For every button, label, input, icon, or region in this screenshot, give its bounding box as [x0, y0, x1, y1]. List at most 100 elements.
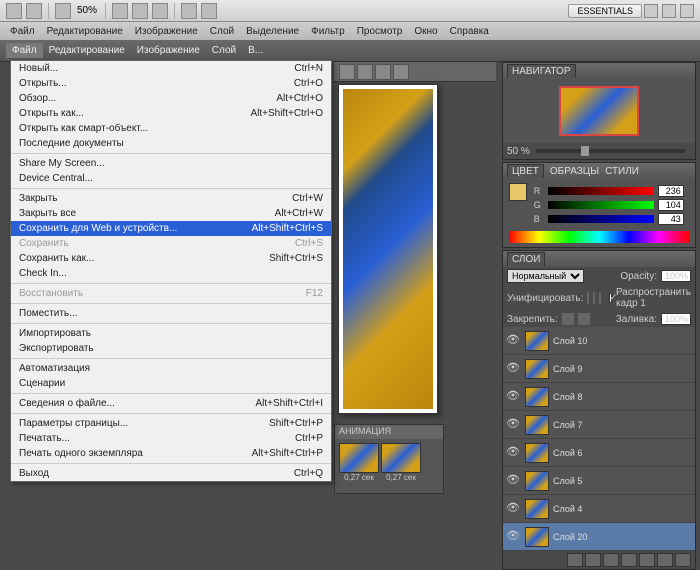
new-layer-icon[interactable]: [657, 553, 673, 567]
menu-item[interactable]: Изображение: [131, 43, 206, 58]
opacity-value[interactable]: 100%: [661, 270, 691, 282]
menu-item[interactable]: Device Central...: [11, 171, 331, 186]
document-canvas[interactable]: [338, 84, 438, 414]
arrange-icon[interactable]: [181, 3, 197, 19]
r-slider[interactable]: [548, 187, 654, 195]
swatches-tab[interactable]: ОБРАЗЦЫ: [550, 166, 599, 177]
menu-item[interactable]: Check In...: [11, 266, 331, 281]
layer-row[interactable]: 👁Слой 5: [503, 467, 695, 495]
link-icon[interactable]: [567, 553, 583, 567]
nav-zoom-value[interactable]: 50 %: [507, 146, 530, 157]
mask-icon[interactable]: [603, 553, 619, 567]
menu-item[interactable]: Новый...Ctrl+N: [11, 61, 331, 76]
menu-item[interactable]: Изображение: [129, 24, 204, 39]
group-icon[interactable]: [639, 553, 655, 567]
layer-row[interactable]: 👁Слой 10: [503, 327, 695, 355]
menu-item[interactable]: ВыходCtrl+Q: [11, 466, 331, 481]
menu-item[interactable]: Сценарии: [11, 376, 331, 391]
propagate-checkbox[interactable]: [609, 293, 612, 303]
menu-item[interactable]: Редактирование: [41, 24, 129, 39]
visibility-icon[interactable]: 👁: [505, 445, 521, 461]
zoom-icon[interactable]: [132, 3, 148, 19]
menu-item[interactable]: Открыть как смарт-объект...: [11, 121, 331, 136]
navigator-thumb[interactable]: [559, 86, 639, 136]
visibility-icon[interactable]: 👁: [505, 501, 521, 517]
visibility-icon[interactable]: 👁: [505, 361, 521, 377]
menu-item[interactable]: Файл: [6, 43, 43, 58]
menu-item[interactable]: Параметры страницы...Shift+Ctrl+P: [11, 416, 331, 431]
fill-value[interactable]: 100%: [661, 313, 691, 325]
menu-item[interactable]: Выделение: [240, 24, 305, 39]
menu-item[interactable]: Share My Screen...: [11, 156, 331, 171]
menu-item[interactable]: Обзор...Alt+Ctrl+O: [11, 91, 331, 106]
layout-icon[interactable]: [55, 3, 71, 19]
unify-icon[interactable]: [599, 292, 601, 304]
layer-row[interactable]: 👁Слой 6: [503, 439, 695, 467]
layer-row[interactable]: 👁Слой 20: [503, 523, 695, 551]
tool-icon[interactable]: [339, 64, 355, 80]
b-value[interactable]: 43: [658, 213, 684, 225]
layer-row[interactable]: 👁Слой 7: [503, 411, 695, 439]
minimize-icon[interactable]: [644, 4, 658, 18]
visibility-icon[interactable]: 👁: [505, 389, 521, 405]
workspace-badge[interactable]: ESSENTIALS: [568, 4, 642, 18]
menu-item[interactable]: Открыть...Ctrl+O: [11, 76, 331, 91]
close-icon[interactable]: [680, 4, 694, 18]
lock-icon[interactable]: [562, 313, 574, 325]
menu-item[interactable]: Сохранить для Web и устройств...Alt+Shif…: [11, 221, 331, 236]
screen-icon[interactable]: [201, 3, 217, 19]
navigator-tab[interactable]: НАВИГАТОР: [507, 64, 576, 78]
menu-item[interactable]: ЗакрытьCtrl+W: [11, 191, 331, 206]
menu-item[interactable]: Экспортировать: [11, 341, 331, 356]
lock-icon[interactable]: [578, 313, 590, 325]
layer-row[interactable]: 👁Слой 9: [503, 355, 695, 383]
menu-item[interactable]: Закрыть всеAlt+Ctrl+W: [11, 206, 331, 221]
styles-tab[interactable]: СТИЛИ: [605, 166, 639, 177]
nav-zoom-slider[interactable]: [536, 149, 685, 153]
menu-item[interactable]: Поместить...: [11, 306, 331, 321]
tool-icon[interactable]: [393, 64, 409, 80]
menu-item[interactable]: Автоматизация: [11, 361, 331, 376]
trash-icon[interactable]: [675, 553, 691, 567]
tool-icon[interactable]: [357, 64, 373, 80]
menu-item[interactable]: Слой: [206, 43, 242, 58]
color-spectrum[interactable]: [509, 231, 689, 243]
zoom-level[interactable]: 50%: [77, 5, 97, 16]
unify-icon[interactable]: [587, 292, 589, 304]
menu-item[interactable]: Сведения о файле...Alt+Shift+Ctrl+I: [11, 396, 331, 411]
menu-item[interactable]: Печатать...Ctrl+P: [11, 431, 331, 446]
layer-row[interactable]: 👁Слой 4: [503, 495, 695, 523]
g-slider[interactable]: [548, 201, 654, 209]
color-tab[interactable]: ЦВЕТ: [507, 164, 544, 178]
visibility-icon[interactable]: 👁: [505, 529, 521, 545]
menu-item[interactable]: Окно: [408, 24, 443, 39]
unify-icon[interactable]: [593, 292, 595, 304]
menu-item[interactable]: Слой: [204, 24, 240, 39]
color-swatch[interactable]: [509, 183, 527, 201]
fx-icon[interactable]: [585, 553, 601, 567]
menu-item[interactable]: Редактирование: [43, 43, 131, 58]
menu-item[interactable]: Фильтр: [305, 24, 351, 39]
animation-tab[interactable]: АНИМАЦИЯ: [335, 425, 443, 439]
menu-item[interactable]: Импортировать: [11, 326, 331, 341]
animation-frame[interactable]: 0,27 сек: [339, 443, 379, 482]
rotate-icon[interactable]: [152, 3, 168, 19]
adj-icon[interactable]: [621, 553, 637, 567]
r-value[interactable]: 236: [658, 185, 684, 197]
b-slider[interactable]: [548, 215, 654, 223]
menu-item[interactable]: Открыть как...Alt+Shift+Ctrl+O: [11, 106, 331, 121]
maximize-icon[interactable]: [662, 4, 676, 18]
hand-icon[interactable]: [112, 3, 128, 19]
layer-row[interactable]: 👁Слой 8: [503, 383, 695, 411]
menu-item[interactable]: Сохранить как...Shift+Ctrl+S: [11, 251, 331, 266]
bridge-icon[interactable]: [26, 3, 42, 19]
visibility-icon[interactable]: 👁: [505, 473, 521, 489]
tool-icon[interactable]: [375, 64, 391, 80]
layers-tab[interactable]: СЛОИ: [507, 252, 545, 266]
ps-icon[interactable]: [6, 3, 22, 19]
menu-item[interactable]: Справка: [444, 24, 495, 39]
animation-frame[interactable]: 0,27 сек: [381, 443, 421, 482]
visibility-icon[interactable]: 👁: [505, 417, 521, 433]
menu-item[interactable]: Последние документы: [11, 136, 331, 151]
blend-mode-select[interactable]: Нормальный: [507, 269, 584, 283]
